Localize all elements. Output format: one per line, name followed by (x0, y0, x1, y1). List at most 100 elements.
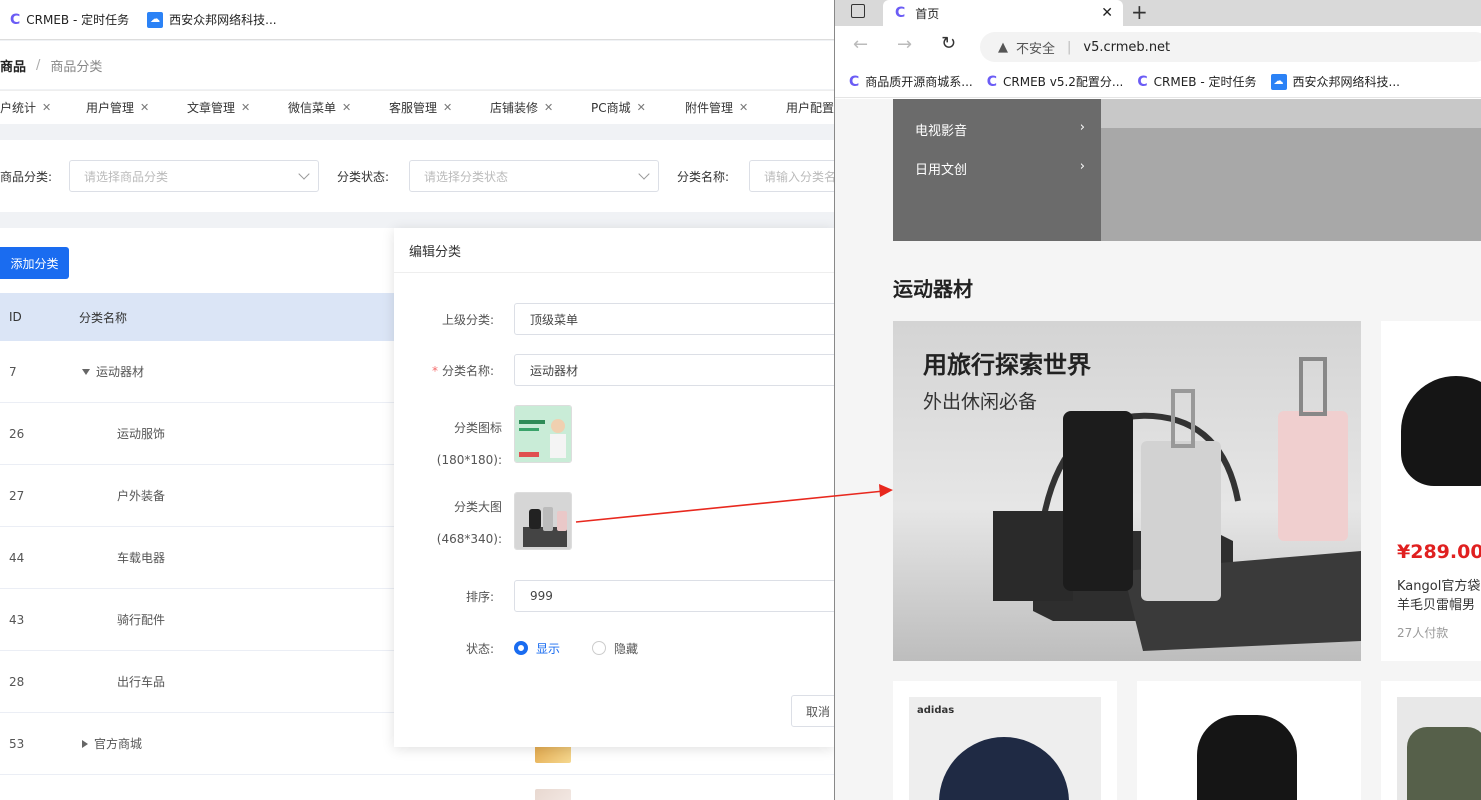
category-menu-label: 电视影音 (915, 124, 968, 139)
category-select[interactable]: 请选择商品分类 (69, 160, 319, 192)
close-icon[interactable]: ✕ (140, 101, 149, 114)
bookmark-label: 西安众邦网络科技... (1292, 75, 1400, 89)
url-field[interactable]: ▲ 不安全 | v5.crmeb.net (980, 32, 1481, 62)
tab-actions-icon[interactable] (851, 4, 865, 18)
crmeb-logo-icon: C (1137, 73, 1148, 90)
category-menu-item[interactable]: 电视影音 › (915, 120, 1085, 139)
breadcrumb-current: 商品分类 (50, 59, 103, 75)
forward-icon[interactable]: → (897, 34, 912, 55)
close-icon[interactable]: ✕ (241, 101, 250, 114)
category-name-label-text: 分类名称: (441, 363, 494, 378)
table-row[interactable] (0, 775, 834, 800)
row-name: 户外装备 (117, 489, 166, 503)
dialog-title: 编辑分类 (394, 228, 834, 273)
bookmark-item[interactable]: C CRMEB v5.2配置分... (987, 73, 1124, 90)
back-icon[interactable]: ← (853, 34, 868, 55)
row-id: 7 (9, 364, 17, 379)
row-name: 车载电器 (117, 551, 166, 565)
luggage-illustration (993, 357, 1361, 651)
bookmark-item[interactable]: C CRMEB - 定时任务 (1137, 73, 1256, 90)
category-icon-size: (180*180): (436, 453, 502, 467)
tab-label: 文章管理 (187, 101, 236, 115)
add-category-button[interactable]: 添加分类 (0, 247, 69, 279)
radio-unchecked-icon[interactable] (592, 641, 606, 655)
category-filter-label: 商品分类: (0, 169, 53, 184)
beret-image (1401, 376, 1481, 486)
cap-shape (939, 737, 1069, 800)
warning-icon: ▲ (998, 39, 1008, 55)
category-menu-item[interactable]: 日用文创 › (915, 159, 1085, 178)
product-card[interactable] (1381, 681, 1481, 800)
product-price: ¥289.00 (1397, 541, 1481, 563)
bookmark-label: 商品质开源商城系... (865, 75, 973, 89)
category-placeholder: 请选择商品分类 (84, 169, 169, 184)
browser-tab-home[interactable]: C 首页 ✕ (883, 0, 1123, 26)
expand-right-icon[interactable] (82, 739, 88, 748)
radio-checked-icon[interactable] (514, 641, 528, 655)
tab-store-decoration[interactable]: 店铺装修 ✕ (490, 99, 553, 116)
tab-article-management[interactable]: 文章管理 ✕ (187, 99, 250, 116)
close-icon[interactable]: ✕ (342, 101, 351, 114)
sort-label: 排序: (465, 589, 494, 604)
row-name: 运动器材 (96, 365, 145, 379)
row-id: 27 (9, 488, 25, 503)
cloud-logo-icon: ☁ (1270, 73, 1287, 90)
name-search-input[interactable]: 请输入分类名 (749, 160, 834, 192)
category-icon-upload[interactable] (514, 405, 572, 463)
browser-window: C 首页 ✕ + ← → ↻ ▲ 不安全 | v5.crmeb.net C 商品质… (834, 0, 1481, 800)
category-icon-label: 分类图标 (453, 421, 502, 435)
product-sold-count: 27人付款 (1397, 626, 1449, 640)
category-promo-banner[interactable]: 用旅行探索世界 外出休闲必备 (893, 321, 1361, 661)
category-name-input[interactable]: 运动器材 (514, 354, 834, 386)
status-hide-radio[interactable]: 隐藏 (592, 640, 638, 657)
browser-bookmarks-bar: C 商品质开源商城系... C CRMEB v5.2配置分... C CRMEB - … (835, 66, 1481, 98)
chevron-down-icon (298, 168, 310, 180)
close-icon[interactable]: ✕ (443, 101, 452, 114)
status-show-radio[interactable]: 显示 (514, 640, 560, 657)
close-icon[interactable]: ✕ (739, 101, 748, 114)
product-card[interactable]: adidas (893, 681, 1117, 800)
close-icon[interactable]: ✕ (1101, 5, 1113, 21)
category-menu: 电视影音 › 日用文创 › (893, 99, 1101, 241)
sort-input[interactable]: 999 (514, 580, 834, 612)
hero-banner[interactable] (1101, 99, 1481, 241)
browser-tab-strip: C 首页 ✕ + (835, 0, 1481, 26)
tab-user-management[interactable]: 用户管理 ✕ (86, 99, 149, 116)
parent-category-select[interactable]: 顶级菜单 (514, 303, 834, 335)
bookmark-label: CRMEB - 定时任务 (26, 13, 130, 27)
bookmark-crmeb-tasks[interactable]: C CRMEB - 定时任务 (10, 11, 129, 28)
status-hide-label: 隐藏 (614, 641, 639, 656)
category-thumbnail (535, 789, 571, 800)
category-banner-upload[interactable] (514, 492, 572, 550)
cancel-button[interactable]: 取消 (791, 695, 834, 727)
tab-user-stats[interactable]: 户统计 ✕ (0, 99, 51, 116)
tab-attachments[interactable]: 附件管理 ✕ (685, 99, 748, 116)
close-icon[interactable]: ✕ (544, 101, 553, 114)
tab-wechat-menu[interactable]: 微信菜单 ✕ (288, 99, 351, 116)
reload-icon[interactable]: ↻ (941, 33, 956, 54)
tab-user-config[interactable]: 用户配置 (786, 99, 834, 116)
tab-label: 户统计 (0, 101, 37, 115)
tabs-bar: 户统计 ✕ 用户管理 ✕ 文章管理 ✕ 微信菜单 ✕ 客服管理 ✕ 店铺装修 ✕ PC商城 ✕… (0, 90, 834, 124)
product-card[interactable] (1137, 681, 1361, 800)
product-card[interactable]: ¥289.00 Kangol官方袋 羊毛贝雷帽男 27人付款 (1381, 321, 1481, 661)
close-icon[interactable]: ✕ (637, 101, 646, 114)
bookmark-label: 西安众邦网络科技... (169, 13, 277, 27)
url-text: v5.crmeb.net (1083, 39, 1171, 55)
bookmark-item[interactable]: ☁ 西安众邦网络科技... (1270, 73, 1400, 90)
expand-down-icon[interactable] (82, 368, 90, 375)
tab-pc-mall[interactable]: PC商城 ✕ (591, 99, 646, 116)
crmeb-logo-icon: C (986, 73, 998, 90)
bookmark-label: CRMEB v5.2配置分... (1003, 75, 1124, 89)
bookmark-item[interactable]: C 商品质开源商城系... (849, 73, 973, 90)
row-name: 官方商城 (94, 737, 143, 751)
bookmark-zhongbang[interactable]: ☁ 西安众邦网络科技... (147, 11, 277, 28)
tab-customer-service[interactable]: 客服管理 ✕ (389, 99, 452, 116)
new-tab-icon[interactable]: + (1131, 0, 1148, 24)
status-show-label: 显示 (536, 641, 561, 656)
security-label: 不安全 (1016, 41, 1056, 57)
close-icon[interactable]: ✕ (42, 101, 51, 114)
status-select[interactable]: 请选择分类状态 (409, 160, 659, 192)
breadcrumb-root[interactable]: 商品 (0, 56, 26, 75)
category-banner-label: 分类大图 (453, 500, 502, 514)
